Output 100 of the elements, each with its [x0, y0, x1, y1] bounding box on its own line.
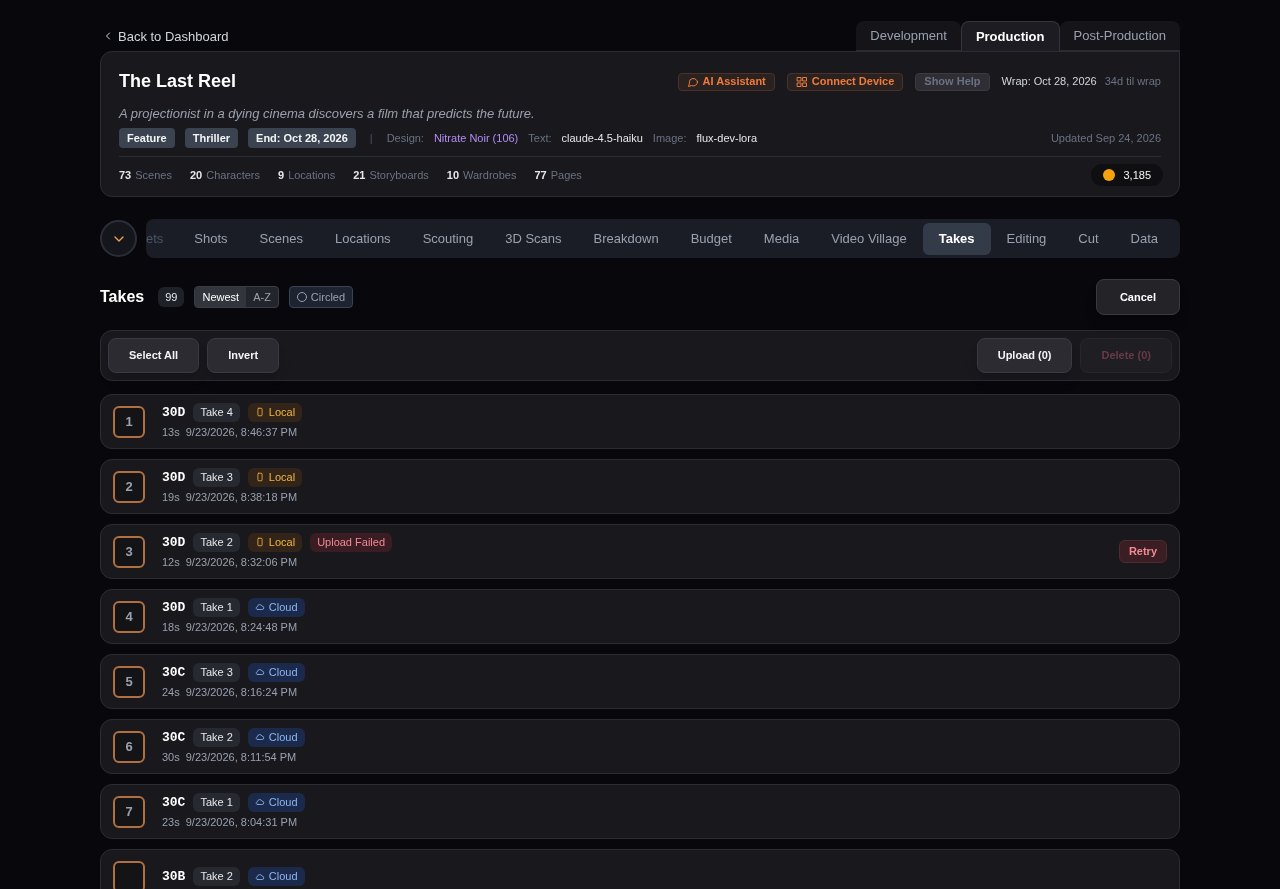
section-title: Takes — [100, 287, 145, 307]
take-number[interactable]: 6 — [113, 730, 145, 763]
phase-tab[interactable]: Post-Production — [1059, 21, 1180, 51]
project-title: The Last Reel — [119, 70, 237, 93]
storage-badge: Local — [247, 533, 303, 552]
retry-button[interactable]: Retry — [1118, 540, 1167, 563]
take-row[interactable]: 7 30C Take 1 Cloud 23s 9/23/2026, 8:04:31 PM — [100, 784, 1180, 839]
tag: End: Oct 28, 2026 — [248, 127, 356, 148]
scene-code: 30D — [162, 533, 186, 552]
take-timestamp: 9/23/2026, 8:46:37 PM — [185, 425, 298, 440]
assistant-button[interactable]: AI Assistant — [677, 72, 775, 91]
nav-tab[interactable]: Cut — [1062, 222, 1115, 255]
take-number[interactable]: 3 — [113, 535, 145, 568]
cancel-button[interactable]: Cancel — [1095, 279, 1180, 315]
stat: 77 Pages — [534, 167, 582, 183]
take-timestamp: 9/23/2026, 8:11:54 PM — [185, 750, 297, 765]
coin-icon — [1103, 169, 1116, 181]
take-number[interactable]: 5 — [113, 665, 145, 698]
take-row[interactable]: 3 30D Take 2 Local Upload Failed 12s 9/23/2026, 8:32:06 PM Retry — [100, 524, 1180, 579]
phase-tab[interactable]: Production — [960, 21, 1060, 51]
error-badge: Upload Failed — [310, 533, 392, 552]
take-duration: 18s — [162, 620, 180, 635]
take-row[interactable]: 5 30C Take 3 Cloud 24s 9/23/2026, 8:16:24 PM — [100, 654, 1180, 709]
sort-option[interactable]: A-Z — [246, 286, 278, 308]
count-badge: 99 — [158, 286, 185, 308]
back-link[interactable]: Back to Dashboard — [102, 26, 229, 46]
take-duration: 24s — [162, 685, 180, 700]
take-label: Take 2 — [193, 533, 240, 552]
meta-label: Image: — [652, 130, 687, 146]
nav-tab[interactable]: Editing — [990, 222, 1063, 255]
phase-tab[interactable]: Development — [856, 21, 961, 51]
stat: 21 Storyboards — [353, 167, 429, 183]
take-row[interactable]: 2 30D Take 3 Local 19s 9/23/2026, 8:38:18 PM — [100, 459, 1180, 514]
storage-badge: Local — [247, 468, 303, 487]
nav-tab[interactable]: Shots — [178, 222, 244, 255]
stat: 20 Characters — [189, 167, 260, 183]
scene-code: 30C — [162, 663, 186, 682]
nav-tab[interactable]: Budget — [674, 222, 748, 255]
meta-value: Nitrate Noir (106) — [433, 130, 519, 146]
meta-label: Design: — [386, 130, 424, 146]
take-duration: 13s — [162, 425, 180, 440]
cloud-icon — [254, 667, 265, 678]
meta-value: claude-4.5-haiku — [561, 130, 643, 146]
storage-badge: Cloud — [247, 598, 305, 617]
take-label: Take 2 — [193, 728, 240, 747]
chat-bubble-icon — [686, 75, 699, 88]
take-duration: 30s — [162, 750, 180, 765]
nav-tab[interactable]: Takes — [922, 222, 991, 255]
nav-tab[interactable]: Video Village — [815, 222, 923, 255]
wrap-date: Wrap: Oct 28, 2026 — [1001, 74, 1097, 90]
logline: A projectionist in a dying cinema discovers a film that predicts the future. — [119, 105, 536, 123]
nav-tab[interactable]: Scenes — [243, 222, 319, 255]
take-duration: 23s — [162, 815, 180, 830]
separator: | — [369, 130, 373, 146]
nav-tab[interactable]: Breakdown — [577, 222, 675, 255]
scene-code: 30B — [162, 867, 186, 886]
take-label: Take 4 — [193, 403, 240, 422]
wrap-countdown: 34d til wrap — [1104, 74, 1161, 90]
take-number[interactable]: 7 — [113, 795, 145, 828]
storage-badge: Cloud — [247, 793, 305, 812]
cloud-icon — [254, 732, 265, 743]
sort-option[interactable]: Newest — [195, 286, 247, 308]
connect-button[interactable]: Connect Device — [786, 72, 904, 91]
meta-value: flux-dev-lora — [696, 130, 758, 146]
take-duration: 19s — [162, 490, 180, 505]
take-number[interactable]: 2 — [113, 470, 145, 503]
nav-tab[interactable]: 3D Scans — [489, 222, 578, 255]
take-number[interactable] — [113, 860, 145, 889]
scene-code: 30D — [162, 598, 186, 617]
nav-tab[interactable]: Data — [1114, 222, 1175, 255]
take-label: Take 1 — [193, 793, 240, 812]
storage-badge: Cloud — [247, 867, 305, 886]
stat: 10 Wardrobes — [446, 167, 517, 183]
take-row[interactable]: 4 30D Take 1 Cloud 18s 9/23/2026, 8:24:48 PM — [100, 589, 1180, 644]
cloud-icon — [254, 797, 265, 808]
stat: 9 Locations — [278, 167, 336, 183]
storage-badge: Local — [247, 403, 303, 422]
toolbar-button[interactable]: Upload (0) — [976, 338, 1073, 373]
nav-tab[interactable]: Scouting — [406, 222, 490, 255]
nav-tab[interactable]: Locations — [318, 222, 407, 255]
take-number[interactable]: 1 — [113, 405, 145, 438]
take-label: Take 2 — [193, 867, 240, 886]
tag: Feature — [119, 127, 175, 148]
phone-icon — [254, 537, 265, 548]
storage-badge: Cloud — [247, 663, 305, 682]
take-row[interactable]: 1 30D Take 4 Local 13s 9/23/2026, 8:46:37 PM — [100, 394, 1180, 449]
take-row[interactable]: 6 30C Take 2 Cloud 30s 9/23/2026, 8:11:54 PM — [100, 719, 1180, 774]
toolbar-button[interactable]: Select All — [108, 338, 200, 373]
circled-filter[interactable]: Circled — [288, 285, 354, 309]
scene-code: 30C — [162, 728, 186, 747]
take-timestamp: 9/23/2026, 8:32:06 PM — [185, 555, 298, 570]
take-row[interactable]: 30B Take 2 Cloud — [100, 849, 1180, 889]
toolbar-button[interactable]: Invert — [207, 338, 280, 373]
scene-code: 30D — [162, 468, 186, 487]
take-label: Take 3 — [193, 468, 240, 487]
take-number[interactable]: 4 — [113, 600, 145, 633]
meta-label: Text: — [528, 130, 552, 146]
nav-tab[interactable]: Media — [747, 222, 816, 255]
phone-icon — [254, 472, 265, 483]
scene-code: 30C — [162, 793, 186, 812]
